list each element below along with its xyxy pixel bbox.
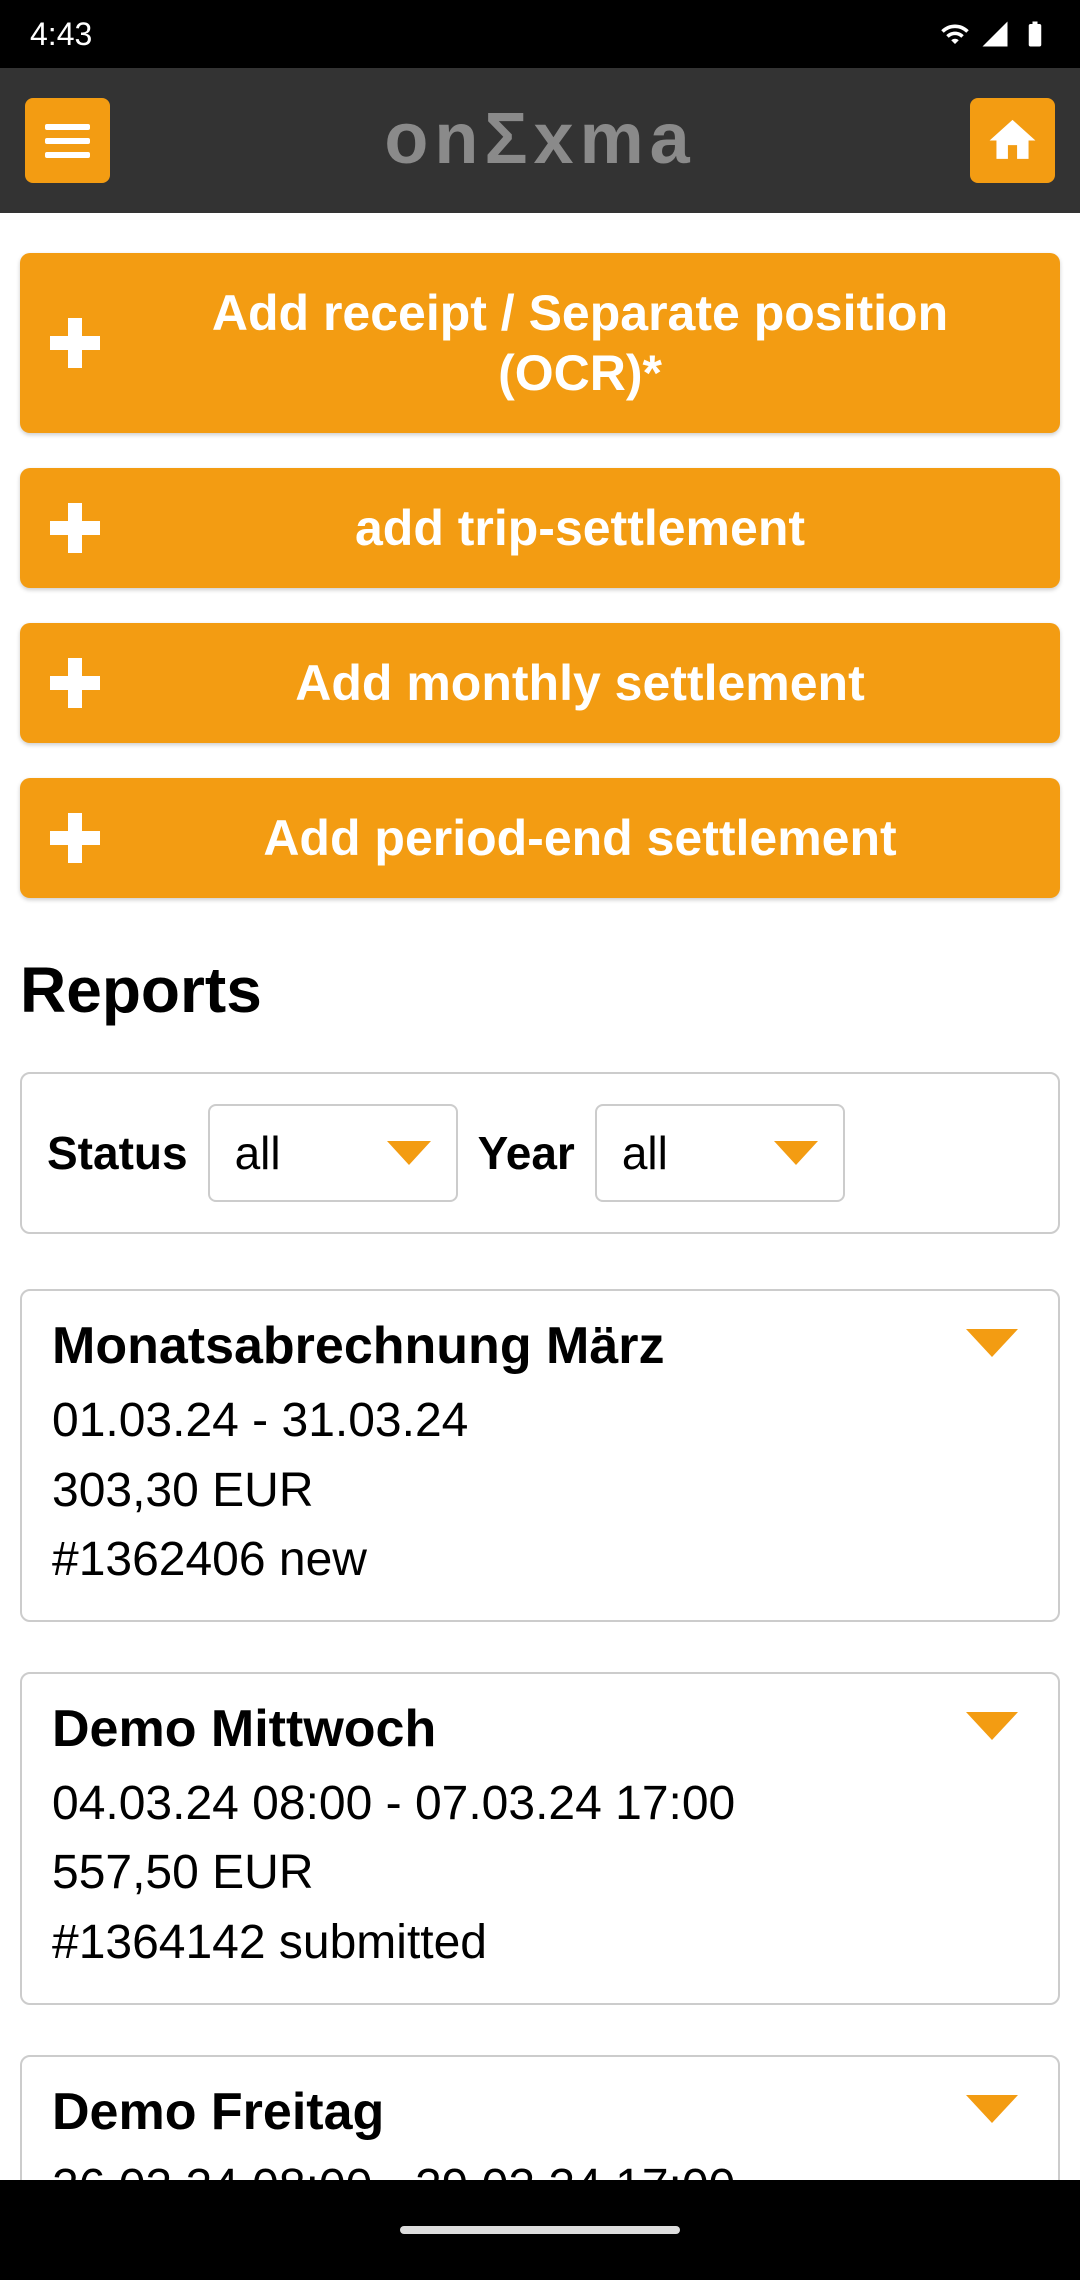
report-card[interactable]: Demo Freitag 26.02.24 08:00 - 29.02.24 1… [20,2055,1060,2180]
report-amount: 557,50 EUR [52,1838,1028,1908]
add-receipt-button[interactable]: Add receipt / Separate position (OCR)* [20,253,1060,433]
status-icons [940,19,1050,49]
add-period-label: Add period-end settlement [130,808,1030,868]
plus-icon [50,658,100,708]
nav-bar [0,2180,1080,2280]
home-icon [985,113,1040,168]
report-title: Demo Freitag [52,2082,1028,2142]
filter-box: Status all Year all [20,1072,1060,1234]
report-title: Monatsabrechnung März [52,1316,1028,1376]
logo-svg: onΣxma [270,101,810,181]
chevron-down-icon [387,1141,431,1165]
chevron-down-icon [966,1712,1018,1740]
report-daterange: 01.03.24 - 31.03.24 [52,1386,1028,1456]
chevron-down-icon [774,1141,818,1165]
add-monthly-button[interactable]: Add monthly settlement [20,623,1060,743]
year-filter-label: Year [478,1126,575,1180]
reports-heading: Reports [20,953,1060,1027]
svg-text:onΣxma: onΣxma [384,101,695,179]
add-receipt-label: Add receipt / Separate position (OCR)* [130,283,1030,403]
wifi-icon [940,19,970,49]
app-logo: onΣxma [110,101,970,181]
plus-icon [50,318,100,368]
year-select[interactable]: all [595,1104,845,1202]
home-indicator[interactable] [400,2226,680,2234]
report-meta: #1362406 new [52,1525,1028,1595]
home-button[interactable] [970,98,1055,183]
report-card[interactable]: Monatsabrechnung März 01.03.24 - 31.03.2… [20,1289,1060,1622]
report-daterange: 04.03.24 08:00 - 07.03.24 17:00 [52,1769,1028,1839]
report-meta: #1364142 submitted [52,1908,1028,1978]
add-period-button[interactable]: Add period-end settlement [20,778,1060,898]
signal-icon [980,19,1010,49]
status-select-value: all [235,1126,281,1180]
add-trip-button[interactable]: add trip-settlement [20,468,1060,588]
add-trip-label: add trip-settlement [130,498,1030,558]
plus-icon [50,503,100,553]
plus-icon [50,813,100,863]
battery-icon [1020,19,1050,49]
status-bar: 4:43 [0,0,1080,68]
chevron-down-icon [966,2095,1018,2123]
report-title: Demo Mittwoch [52,1699,1028,1759]
add-monthly-label: Add monthly settlement [130,653,1030,713]
status-filter-label: Status [47,1126,188,1180]
status-time: 4:43 [30,16,92,53]
report-daterange: 26.02.24 08:00 - 29.02.24 17:00 [52,2152,1028,2180]
report-card[interactable]: Demo Mittwoch 04.03.24 08:00 - 07.03.24 … [20,1672,1060,2005]
report-amount: 303,30 EUR [52,1456,1028,1526]
year-select-value: all [622,1126,668,1180]
main-content: Add receipt / Separate position (OCR)* a… [0,213,1080,2180]
chevron-down-icon [966,1329,1018,1357]
app-header: onΣxma [0,68,1080,213]
menu-button[interactable] [25,98,110,183]
hamburger-icon [45,124,90,158]
status-select[interactable]: all [208,1104,458,1202]
